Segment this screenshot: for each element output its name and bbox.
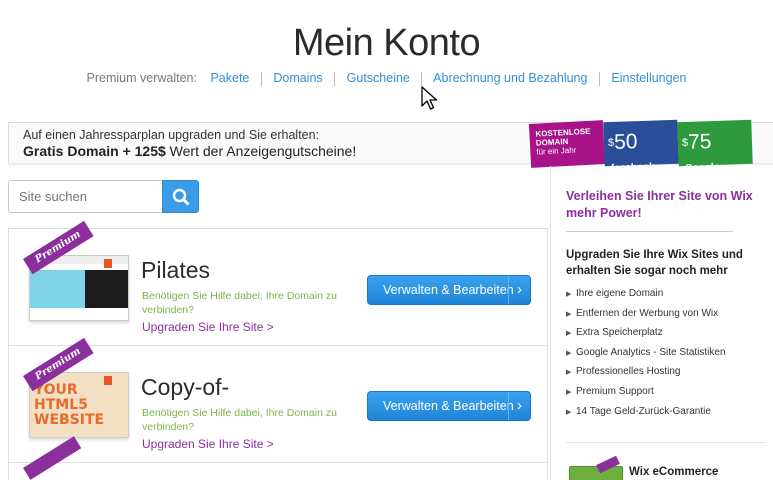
subnav-separator: [421, 71, 423, 86]
bullet-arrow-icon: ▶: [566, 408, 572, 416]
feature-item: ▶ Google Analytics - Site Statistiken: [566, 346, 726, 358]
subnav-einstellungen[interactable]: Einstellungen: [611, 71, 686, 85]
chevron-right-icon: ›: [508, 276, 530, 304]
sidebar-bottom-divider: [566, 442, 766, 443]
search-icon: [172, 188, 189, 205]
sidebar-subtitle: Upgraden Sie Ihre Wix Sites und erhalten…: [566, 249, 743, 277]
subnav-abrechnung[interactable]: Abrechnung und Bezahlung: [433, 71, 587, 85]
ecommerce-title[interactable]: Wix eCommerce: [629, 466, 718, 478]
subnav-lead: Premium verwalten:: [86, 71, 197, 85]
free-domain-badge: KOSTENLOSE DOMAIN für ein Jahr: [528, 120, 606, 168]
thumb-text-line2: HTML5: [34, 397, 88, 413]
bullet-arrow-icon: ▶: [566, 291, 572, 298]
upgrade-site-link[interactable]: Upgraden Sie Ihre Site >: [142, 320, 274, 334]
sidebar-divider: [566, 231, 733, 232]
search-button[interactable]: [162, 180, 199, 213]
feature-item: ▶ Entfernen der Werbung von Wix: [566, 307, 719, 319]
site-list: Premium Pilates Benötigen Sie Hilfe dabe…: [8, 220, 548, 480]
manage-edit-label: Verwalten & Bearbeiten: [383, 283, 514, 297]
manage-edit-button[interactable]: Verwalten & Bearbeiten ›: [367, 275, 531, 305]
subnav-separator: [598, 71, 600, 86]
feature-item: ▶ Ihre eigene Domain: [566, 288, 664, 299]
google-amount: $75: [681, 130, 712, 154]
thumb-text-line3: WEBSITE: [34, 412, 105, 428]
domain-help-link[interactable]: Benötigen Sie Hilfe dabei, Ihre Domain z…: [142, 289, 342, 317]
subnav-gutscheine[interactable]: Gutscheine: [347, 71, 410, 85]
chevron-right-icon: ›: [508, 392, 530, 420]
promo-line2-bold: Gratis Domain + 125$: [23, 143, 166, 159]
bullet-arrow-icon: ▶: [566, 349, 572, 357]
promo-line2: Gratis Domain + 125$ Wert der Anzeigengu…: [23, 143, 356, 159]
bullet-arrow-icon: ▶: [566, 330, 572, 338]
bullet-arrow-icon: ▶: [566, 369, 572, 377]
facebook-amount: $50: [607, 130, 638, 154]
site-thumbnail[interactable]: Premium: [23, 220, 129, 323]
subnav-separator: [260, 71, 262, 86]
site-name: Copy-of-: [141, 374, 230, 400]
bullet-arrow-icon: ▶: [566, 388, 572, 396]
manage-edit-button[interactable]: Verwalten & Bearbeiten ›: [367, 391, 531, 421]
mouse-cursor-icon: [421, 86, 438, 110]
site-thumbnail[interactable]: YOUR HTML5 WEBSITE Premium: [23, 337, 129, 440]
upgrade-site-link[interactable]: Upgraden Sie Ihre Site >: [142, 437, 274, 451]
bullet-arrow-icon: ▶: [566, 310, 572, 318]
feature-item: ▶ Premium Support: [566, 385, 654, 397]
domain-help-link[interactable]: Benötigen Sie Hilfe dabei, Ihre Domain z…: [142, 406, 342, 434]
subnav-separator: [334, 71, 336, 86]
subnav-pakete[interactable]: Pakete: [210, 71, 249, 85]
manage-edit-label: Verwalten & Bearbeiten: [383, 399, 514, 413]
promo-line1: Auf einen Jahressparplan upgraden und Si…: [23, 128, 320, 142]
sidebar-title: Verleihen Sie Ihrer Site von Wix mehr Po…: [566, 189, 753, 220]
page-title: Mein Konto: [292, 22, 481, 64]
free-domain-line3: für ein Jahr: [536, 145, 577, 157]
site-name: Pilates: [141, 257, 211, 283]
upgrade-sidebar: Verleihen Sie Ihrer Site von Wix mehr Po…: [550, 166, 773, 480]
google-adwords-badge: $75 Google AdWords: [677, 119, 753, 185]
feature-item: ▶ Professionelles Hosting: [566, 366, 681, 378]
ecommerce-thumbnail[interactable]: [569, 466, 623, 480]
search-input[interactable]: [8, 180, 163, 213]
site-row-copy-of: YOUR HTML5 WEBSITE Premium Copy-of- Benö…: [9, 337, 547, 463]
feature-item: ▶ 14 Tage Geld-Zurück-Garantie: [566, 405, 711, 417]
thumb-text-line1: YOUR: [34, 382, 78, 398]
site-row-pilates: Premium Pilates Benötigen Sie Hilfe dabe…: [9, 220, 547, 346]
feature-list: ▶ Ihre eigene Domain ▶ Entfernen der Werbu…: [566, 288, 726, 425]
subnav-domains[interactable]: Domains: [273, 71, 322, 85]
facebook-ads-badge: $50 facebook Ads: [603, 119, 679, 185]
feature-item: ▶ Extra Speicherplatz: [566, 327, 663, 339]
promo-line2-rest: Wert der Anzeigengutscheine!: [165, 143, 357, 159]
premium-subnav: Premium verwalten: Pakete Domains Gutsch…: [0, 71, 773, 86]
